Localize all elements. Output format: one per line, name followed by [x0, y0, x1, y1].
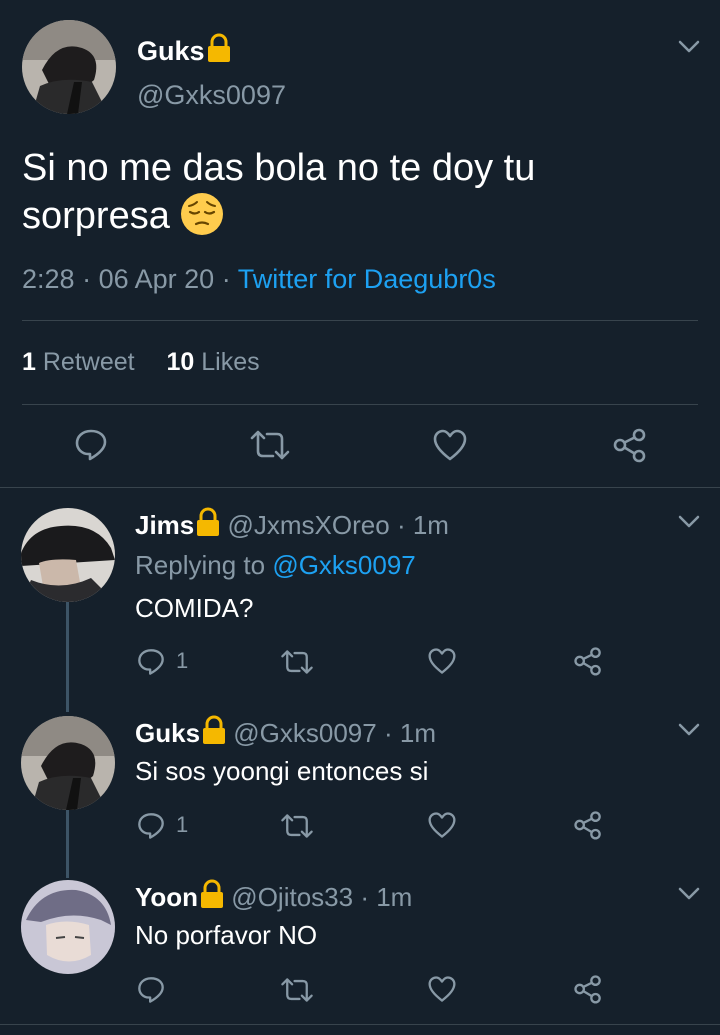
- display-name[interactable]: Guks: [135, 718, 200, 748]
- like-icon[interactable]: [427, 647, 457, 675]
- retweets-count: 1: [22, 348, 36, 376]
- lock-icon: [203, 715, 226, 744]
- reply-avatar[interactable]: [21, 508, 115, 602]
- reply-time: 1m: [412, 510, 449, 540]
- main-tweet-text: Si no me das bola no te doy tu sorpresa: [22, 144, 702, 240]
- retweets-stat[interactable]: 1 Retweet: [22, 348, 135, 376]
- display-name[interactable]: Guks: [137, 36, 205, 66]
- tweet-text-line: sorpresa: [22, 192, 702, 240]
- reply-header: Guks @Gxks0097 · 1m: [135, 715, 436, 749]
- main-tweet-avatar[interactable]: [22, 20, 116, 114]
- separator-dot: ·: [360, 882, 369, 912]
- likes-stat[interactable]: 10 Likes: [166, 348, 259, 376]
- retweets-label: Retweet: [42, 348, 135, 376]
- share-icon[interactable]: [573, 810, 603, 840]
- replying-to: Replying to @Gxks0097: [135, 550, 416, 581]
- replying-prefix: Replying to: [135, 550, 266, 580]
- pensive-face-icon: [181, 193, 224, 235]
- tweet-time: 2:28: [22, 264, 75, 294]
- handle[interactable]: @Ojitos33: [231, 882, 353, 912]
- tweet-text-line: Si no me das bola no te doy tu: [22, 147, 536, 189]
- divider: [0, 1024, 720, 1025]
- share-icon[interactable]: [612, 427, 648, 463]
- reply-count: 1: [176, 812, 189, 837]
- divider: [0, 487, 720, 488]
- divider: [22, 320, 698, 321]
- tweet-text-fragment: sorpresa: [22, 195, 170, 237]
- share-icon[interactable]: [573, 974, 603, 1004]
- tweet-date: 06 Apr 20: [98, 264, 215, 294]
- reply-time: 1m: [376, 882, 413, 912]
- reply-icon[interactable]: [136, 811, 166, 841]
- chevron-down-icon[interactable]: [678, 887, 700, 901]
- reply-count: 1: [176, 648, 189, 673]
- likes-label: Likes: [201, 348, 260, 376]
- lock-icon: [207, 33, 230, 62]
- lock-icon: [197, 507, 220, 536]
- like-icon[interactable]: [432, 428, 468, 462]
- chevron-down-icon[interactable]: [678, 515, 700, 529]
- tweet-source-link[interactable]: Twitter for Daegubr0s: [238, 264, 496, 294]
- divider: [22, 404, 698, 405]
- reply-avatar[interactable]: [21, 880, 115, 974]
- likes-count: 10: [166, 348, 195, 376]
- retweet-icon[interactable]: [279, 977, 315, 1003]
- main-tweet-author[interactable]: Guks: [137, 33, 231, 67]
- reply-avatar[interactable]: [21, 716, 115, 810]
- separator-dot: ·: [396, 510, 406, 540]
- reply-text: COMIDA?: [135, 593, 254, 623]
- retweet-icon[interactable]: [279, 813, 315, 839]
- separator-dot: ·: [221, 264, 231, 294]
- like-icon[interactable]: [427, 975, 457, 1003]
- handle[interactable]: @Gxks0097: [233, 718, 376, 748]
- main-tweet-handle[interactable]: @Gxks0097: [137, 80, 286, 111]
- retweet-icon[interactable]: [248, 429, 292, 461]
- thread-line: [66, 808, 69, 878]
- reply-text: Si sos yoongi entonces si: [135, 756, 429, 786]
- tweet-meta: 2:28 · 06 Apr 20 · Twitter for Daegubr0s: [22, 264, 496, 295]
- replying-to-link[interactable]: @Gxks0097: [272, 550, 415, 580]
- reply-time: 1m: [399, 718, 436, 748]
- reply-icon[interactable]: [136, 975, 166, 1005]
- like-icon[interactable]: [427, 811, 457, 839]
- separator-dot: ·: [383, 718, 393, 748]
- retweet-icon[interactable]: [279, 649, 315, 675]
- share-icon[interactable]: [573, 646, 603, 676]
- reply-icon[interactable]: [136, 647, 166, 677]
- reply-icon[interactable]: [73, 427, 109, 463]
- display-name[interactable]: Yoon: [135, 882, 198, 912]
- chevron-down-icon[interactable]: [678, 723, 700, 737]
- lock-icon: [201, 879, 224, 908]
- reply-text: No porfavor NO: [135, 920, 318, 950]
- display-name[interactable]: Jims: [135, 510, 194, 540]
- reply-header: Yoon @Ojitos33 · 1m: [135, 879, 412, 913]
- engagement-stats: 1 Retweet 10 Likes: [22, 348, 260, 377]
- chevron-down-icon[interactable]: [678, 40, 700, 54]
- handle[interactable]: @JxmsXOreo: [228, 510, 390, 540]
- thread-line: [66, 600, 69, 712]
- separator-dot: ·: [82, 264, 92, 294]
- reply-header: Jims @JxmsXOreo · 1m: [135, 507, 449, 541]
